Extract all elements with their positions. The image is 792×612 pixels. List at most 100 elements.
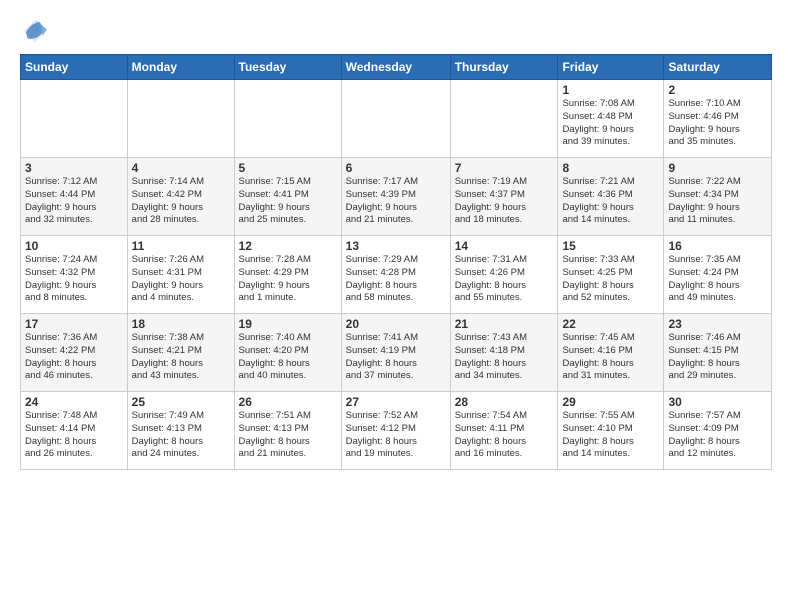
calendar-table: Sunday Monday Tuesday Wednesday Thursday… bbox=[20, 54, 772, 470]
day-info: Sunrise: 7:08 AM Sunset: 4:48 PM Dayligh… bbox=[562, 98, 659, 149]
day-info: Sunrise: 7:48 AM Sunset: 4:14 PM Dayligh… bbox=[25, 410, 123, 461]
day-number: 14 bbox=[455, 239, 554, 253]
header-wednesday: Wednesday bbox=[341, 55, 450, 80]
day-cell: 11Sunrise: 7:26 AM Sunset: 4:31 PM Dayli… bbox=[127, 236, 234, 314]
day-info: Sunrise: 7:51 AM Sunset: 4:13 PM Dayligh… bbox=[239, 410, 337, 461]
day-number: 1 bbox=[562, 83, 659, 97]
day-cell: 28Sunrise: 7:54 AM Sunset: 4:11 PM Dayli… bbox=[450, 392, 558, 470]
day-number: 11 bbox=[132, 239, 230, 253]
day-cell: 14Sunrise: 7:31 AM Sunset: 4:26 PM Dayli… bbox=[450, 236, 558, 314]
day-cell bbox=[21, 80, 128, 158]
day-info: Sunrise: 7:26 AM Sunset: 4:31 PM Dayligh… bbox=[132, 254, 230, 305]
header-sunday: Sunday bbox=[21, 55, 128, 80]
day-cell: 6Sunrise: 7:17 AM Sunset: 4:39 PM Daylig… bbox=[341, 158, 450, 236]
day-cell: 15Sunrise: 7:33 AM Sunset: 4:25 PM Dayli… bbox=[558, 236, 664, 314]
day-cell: 13Sunrise: 7:29 AM Sunset: 4:28 PM Dayli… bbox=[341, 236, 450, 314]
day-number: 12 bbox=[239, 239, 337, 253]
day-number: 17 bbox=[25, 317, 123, 331]
day-cell bbox=[127, 80, 234, 158]
day-info: Sunrise: 7:45 AM Sunset: 4:16 PM Dayligh… bbox=[562, 332, 659, 383]
day-cell: 24Sunrise: 7:48 AM Sunset: 4:14 PM Dayli… bbox=[21, 392, 128, 470]
header-monday: Monday bbox=[127, 55, 234, 80]
day-cell: 16Sunrise: 7:35 AM Sunset: 4:24 PM Dayli… bbox=[664, 236, 772, 314]
day-cell: 27Sunrise: 7:52 AM Sunset: 4:12 PM Dayli… bbox=[341, 392, 450, 470]
day-info: Sunrise: 7:12 AM Sunset: 4:44 PM Dayligh… bbox=[25, 176, 123, 227]
day-number: 18 bbox=[132, 317, 230, 331]
calendar-body: 1Sunrise: 7:08 AM Sunset: 4:48 PM Daylig… bbox=[21, 80, 772, 470]
day-cell: 9Sunrise: 7:22 AM Sunset: 4:34 PM Daylig… bbox=[664, 158, 772, 236]
week-row-2: 3Sunrise: 7:12 AM Sunset: 4:44 PM Daylig… bbox=[21, 158, 772, 236]
day-cell: 7Sunrise: 7:19 AM Sunset: 4:37 PM Daylig… bbox=[450, 158, 558, 236]
header bbox=[20, 16, 772, 46]
day-cell: 4Sunrise: 7:14 AM Sunset: 4:42 PM Daylig… bbox=[127, 158, 234, 236]
week-row-3: 10Sunrise: 7:24 AM Sunset: 4:32 PM Dayli… bbox=[21, 236, 772, 314]
day-number: 10 bbox=[25, 239, 123, 253]
day-cell: 21Sunrise: 7:43 AM Sunset: 4:18 PM Dayli… bbox=[450, 314, 558, 392]
day-info: Sunrise: 7:46 AM Sunset: 4:15 PM Dayligh… bbox=[668, 332, 767, 383]
day-info: Sunrise: 7:52 AM Sunset: 4:12 PM Dayligh… bbox=[346, 410, 446, 461]
day-number: 13 bbox=[346, 239, 446, 253]
day-info: Sunrise: 7:22 AM Sunset: 4:34 PM Dayligh… bbox=[668, 176, 767, 227]
day-number: 15 bbox=[562, 239, 659, 253]
day-number: 19 bbox=[239, 317, 337, 331]
day-cell: 10Sunrise: 7:24 AM Sunset: 4:32 PM Dayli… bbox=[21, 236, 128, 314]
day-cell: 18Sunrise: 7:38 AM Sunset: 4:21 PM Dayli… bbox=[127, 314, 234, 392]
day-number: 25 bbox=[132, 395, 230, 409]
day-cell bbox=[341, 80, 450, 158]
day-cell: 17Sunrise: 7:36 AM Sunset: 4:22 PM Dayli… bbox=[21, 314, 128, 392]
day-number: 29 bbox=[562, 395, 659, 409]
day-info: Sunrise: 7:36 AM Sunset: 4:22 PM Dayligh… bbox=[25, 332, 123, 383]
day-number: 9 bbox=[668, 161, 767, 175]
header-tuesday: Tuesday bbox=[234, 55, 341, 80]
day-number: 4 bbox=[132, 161, 230, 175]
day-number: 30 bbox=[668, 395, 767, 409]
day-number: 26 bbox=[239, 395, 337, 409]
day-info: Sunrise: 7:24 AM Sunset: 4:32 PM Dayligh… bbox=[25, 254, 123, 305]
day-info: Sunrise: 7:19 AM Sunset: 4:37 PM Dayligh… bbox=[455, 176, 554, 227]
logo-icon bbox=[20, 16, 50, 46]
day-cell: 23Sunrise: 7:46 AM Sunset: 4:15 PM Dayli… bbox=[664, 314, 772, 392]
day-number: 16 bbox=[668, 239, 767, 253]
day-info: Sunrise: 7:57 AM Sunset: 4:09 PM Dayligh… bbox=[668, 410, 767, 461]
day-cell: 5Sunrise: 7:15 AM Sunset: 4:41 PM Daylig… bbox=[234, 158, 341, 236]
weekday-row: Sunday Monday Tuesday Wednesday Thursday… bbox=[21, 55, 772, 80]
day-number: 6 bbox=[346, 161, 446, 175]
day-info: Sunrise: 7:33 AM Sunset: 4:25 PM Dayligh… bbox=[562, 254, 659, 305]
day-info: Sunrise: 7:10 AM Sunset: 4:46 PM Dayligh… bbox=[668, 98, 767, 149]
week-row-4: 17Sunrise: 7:36 AM Sunset: 4:22 PM Dayli… bbox=[21, 314, 772, 392]
day-number: 28 bbox=[455, 395, 554, 409]
day-info: Sunrise: 7:38 AM Sunset: 4:21 PM Dayligh… bbox=[132, 332, 230, 383]
page: Sunday Monday Tuesday Wednesday Thursday… bbox=[0, 0, 792, 612]
day-number: 20 bbox=[346, 317, 446, 331]
day-cell: 20Sunrise: 7:41 AM Sunset: 4:19 PM Dayli… bbox=[341, 314, 450, 392]
day-number: 8 bbox=[562, 161, 659, 175]
day-info: Sunrise: 7:41 AM Sunset: 4:19 PM Dayligh… bbox=[346, 332, 446, 383]
week-row-1: 1Sunrise: 7:08 AM Sunset: 4:48 PM Daylig… bbox=[21, 80, 772, 158]
calendar-header: Sunday Monday Tuesday Wednesday Thursday… bbox=[21, 55, 772, 80]
day-cell: 25Sunrise: 7:49 AM Sunset: 4:13 PM Dayli… bbox=[127, 392, 234, 470]
week-row-5: 24Sunrise: 7:48 AM Sunset: 4:14 PM Dayli… bbox=[21, 392, 772, 470]
day-cell: 26Sunrise: 7:51 AM Sunset: 4:13 PM Dayli… bbox=[234, 392, 341, 470]
day-cell: 8Sunrise: 7:21 AM Sunset: 4:36 PM Daylig… bbox=[558, 158, 664, 236]
header-thursday: Thursday bbox=[450, 55, 558, 80]
day-number: 22 bbox=[562, 317, 659, 331]
day-cell bbox=[450, 80, 558, 158]
day-info: Sunrise: 7:28 AM Sunset: 4:29 PM Dayligh… bbox=[239, 254, 337, 305]
day-cell: 22Sunrise: 7:45 AM Sunset: 4:16 PM Dayli… bbox=[558, 314, 664, 392]
day-cell: 1Sunrise: 7:08 AM Sunset: 4:48 PM Daylig… bbox=[558, 80, 664, 158]
day-cell: 3Sunrise: 7:12 AM Sunset: 4:44 PM Daylig… bbox=[21, 158, 128, 236]
header-saturday: Saturday bbox=[664, 55, 772, 80]
day-info: Sunrise: 7:21 AM Sunset: 4:36 PM Dayligh… bbox=[562, 176, 659, 227]
day-cell: 19Sunrise: 7:40 AM Sunset: 4:20 PM Dayli… bbox=[234, 314, 341, 392]
day-number: 24 bbox=[25, 395, 123, 409]
day-number: 2 bbox=[668, 83, 767, 97]
day-cell: 12Sunrise: 7:28 AM Sunset: 4:29 PM Dayli… bbox=[234, 236, 341, 314]
day-info: Sunrise: 7:40 AM Sunset: 4:20 PM Dayligh… bbox=[239, 332, 337, 383]
day-info: Sunrise: 7:43 AM Sunset: 4:18 PM Dayligh… bbox=[455, 332, 554, 383]
day-number: 21 bbox=[455, 317, 554, 331]
day-info: Sunrise: 7:31 AM Sunset: 4:26 PM Dayligh… bbox=[455, 254, 554, 305]
day-number: 27 bbox=[346, 395, 446, 409]
day-info: Sunrise: 7:55 AM Sunset: 4:10 PM Dayligh… bbox=[562, 410, 659, 461]
day-info: Sunrise: 7:54 AM Sunset: 4:11 PM Dayligh… bbox=[455, 410, 554, 461]
day-info: Sunrise: 7:49 AM Sunset: 4:13 PM Dayligh… bbox=[132, 410, 230, 461]
